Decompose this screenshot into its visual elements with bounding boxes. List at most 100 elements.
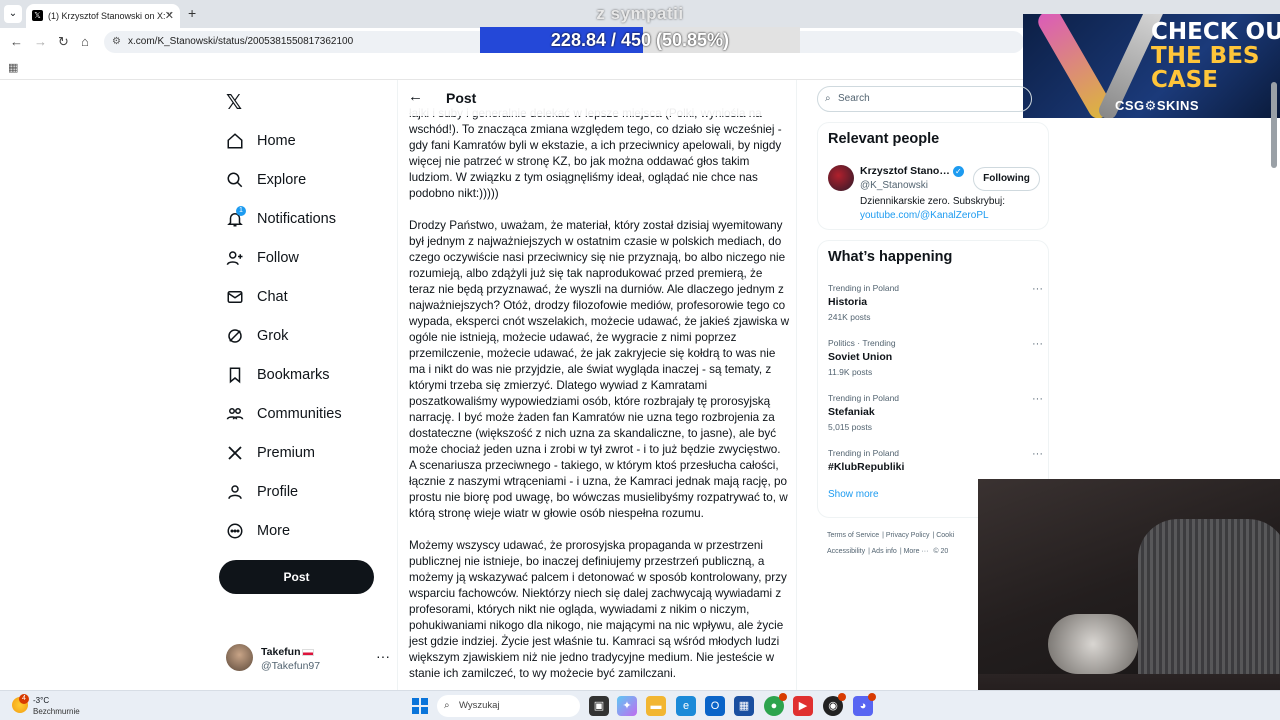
apps-grid-icon[interactable]: ▦ xyxy=(8,61,18,74)
chrome-icon[interactable]: ● xyxy=(764,693,787,716)
bio-text: Dziennikarskie zero. Subskrybuj: xyxy=(860,196,1006,207)
left-sidebar: 𝕏 Home Explore 1 Notifications Follow Chat Gro… xyxy=(218,80,396,690)
new-tab-plus-icon[interactable]: + xyxy=(188,5,196,21)
more-dots-icon[interactable]: ··· xyxy=(1032,283,1043,295)
trend-item[interactable]: Trending in Poland Stefaniak 5,015 posts ··… xyxy=(828,393,1043,432)
nav-item-grok[interactable]: Grok xyxy=(226,321,288,351)
nav-item-chat[interactable]: Chat xyxy=(226,282,288,312)
nav-item-label: More xyxy=(257,523,291,539)
x-logo-icon[interactable]: 𝕏 xyxy=(226,90,242,115)
footer-terms-link[interactable]: Terms of Service xyxy=(827,532,879,539)
overlay-progress-text: 228.84 / 450 (50.85%) xyxy=(550,30,730,50)
reload-icon[interactable]: ↻ xyxy=(58,34,69,50)
obs-icon[interactable]: ◉ xyxy=(823,693,846,716)
nav-item-follow[interactable]: Follow xyxy=(226,243,299,273)
task-view-icon[interactable]: ▣ xyxy=(589,696,609,716)
more-dots-icon[interactable]: ··· xyxy=(1032,338,1043,350)
nav-item-label: Chat xyxy=(257,289,288,305)
more-dots-icon[interactable]: ··· xyxy=(376,648,390,664)
footer-cookie-link[interactable]: Cooki xyxy=(936,532,954,539)
tab-title: (1) Krzysztof Stanowski on X: " xyxy=(48,11,172,21)
scrollbar-thumb[interactable] xyxy=(1271,82,1277,168)
overlay-goal-label: z sympatii xyxy=(596,4,684,23)
footer-more-link[interactable]: More ··· xyxy=(904,548,929,555)
post-button[interactable]: Post xyxy=(219,560,374,594)
nav-item-notifications[interactable]: 1 Notifications xyxy=(226,204,336,234)
nav-item-explore[interactable]: Explore xyxy=(226,165,306,195)
nav-item-label: Follow xyxy=(257,250,299,266)
ad-line-1: CHECK OU xyxy=(1151,19,1280,45)
bookmark-icon xyxy=(226,366,244,384)
red-app-icon[interactable]: ▶ xyxy=(793,696,813,716)
copilot-icon[interactable]: ✦ xyxy=(617,696,637,716)
nav-item-home[interactable]: Home xyxy=(226,126,296,156)
person-name[interactable]: Krzysztof Stano… ✓ xyxy=(860,165,964,177)
back-arrow-icon[interactable]: ← xyxy=(408,88,423,105)
person-handle: @K_Stanowski xyxy=(860,180,928,191)
windows-taskbar: 4 -3°C Bezchmurnie ⌕ Wyszukaj ▣ ✦ ▬ e O … xyxy=(0,690,1280,720)
weather-widget[interactable]: 4 -3°C Bezchmurnie xyxy=(12,694,102,718)
windows-start-icon[interactable] xyxy=(412,698,428,714)
site-info-icon[interactable]: ⚙ xyxy=(112,31,121,53)
person-name-text: Krzysztof Stano… xyxy=(860,165,950,177)
avatar[interactable] xyxy=(828,165,854,191)
taskbar-search-input[interactable]: ⌕ Wyszukaj xyxy=(437,695,580,717)
show-more-link[interactable]: Show more xyxy=(828,489,879,500)
trend-item[interactable]: Trending in Poland #KlubRepubliki ··· xyxy=(828,448,1043,473)
nav-item-label: Communities xyxy=(257,406,342,422)
trend-item[interactable]: Trending in Poland Historia 241K posts ··· xyxy=(828,283,1043,322)
more-dots-icon[interactable]: ··· xyxy=(1032,448,1043,460)
footer-ads-link[interactable]: Ads info xyxy=(872,548,897,555)
nav-item-label: Grok xyxy=(257,328,289,344)
search-input[interactable]: ⌕ Search xyxy=(817,86,1032,112)
nav-item-label: Bookmarks xyxy=(257,367,330,383)
nav-item-communities[interactable]: Communities xyxy=(226,399,342,429)
post-header: ← Post xyxy=(398,80,796,116)
browser-tab[interactable]: 𝕏 (1) Krzysztof Stanowski on X: " ✕ xyxy=(26,4,180,28)
nav-item-more[interactable]: More xyxy=(226,516,290,546)
footer-privacy-link[interactable]: Privacy Policy xyxy=(886,532,930,539)
notification-dot xyxy=(868,693,876,701)
nav-item-premium[interactable]: Premium xyxy=(226,438,315,468)
back-arrow-icon[interactable]: ← xyxy=(10,34,23,49)
taskbar-search-placeholder: Wyszukaj xyxy=(459,700,500,711)
verified-badge-icon: ✓ xyxy=(952,165,964,177)
bio-link[interactable]: youtube.com/@KanalZeroPL xyxy=(860,209,1040,223)
nav-item-profile[interactable]: Profile xyxy=(226,477,298,507)
search-icon: ⌕ xyxy=(825,93,831,104)
nav-item-label: Explore xyxy=(257,172,307,188)
trend-meta: Trending in Poland xyxy=(828,448,900,458)
store-icon[interactable]: ▦ xyxy=(734,696,754,716)
temperature: -3°C xyxy=(33,696,50,705)
account-name: Takefun xyxy=(261,646,315,658)
edge-icon[interactable]: e xyxy=(676,696,696,716)
close-tab-icon[interactable]: ✕ xyxy=(165,4,174,28)
envelope-icon xyxy=(226,288,244,306)
nav-item-bookmarks[interactable]: Bookmarks xyxy=(226,360,330,390)
footer-copyright: © 20 xyxy=(933,548,949,555)
more-dots-icon[interactable]: ··· xyxy=(1032,393,1043,405)
footer-accessibility-link[interactable]: Accessibility xyxy=(827,548,865,555)
search-icon: ⌕ xyxy=(444,700,450,711)
post-column: ← Post łajki i suby i generalnie delekać… xyxy=(397,80,797,690)
file-explorer-icon[interactable]: ▬ xyxy=(646,696,666,716)
person-bio: Dziennikarskie zero. Subskrybuj: youtube… xyxy=(860,195,1040,223)
search-icon xyxy=(226,171,244,189)
person-plus-icon xyxy=(226,249,244,267)
trend-meta: Politics · Trending xyxy=(828,338,896,348)
avatar xyxy=(226,644,253,671)
following-button[interactable]: Following xyxy=(973,167,1040,191)
post-paragraph: Możemy wszyscy udawać, że prorosyjska pr… xyxy=(409,539,787,680)
outlook-icon[interactable]: O xyxy=(705,696,725,716)
bell-icon: 1 xyxy=(226,206,246,228)
forward-arrow-icon[interactable]: → xyxy=(34,34,47,49)
ad-headline: CHECK OU THE BES CASE xyxy=(1151,20,1280,92)
notification-dot xyxy=(779,693,787,701)
home-browser-icon[interactable]: ⌂ xyxy=(81,34,89,49)
discord-icon[interactable]: ◕ xyxy=(853,693,876,716)
account-switcher[interactable]: Takefun @Takefun97 ··· xyxy=(226,642,396,676)
tab-search-chevron-icon[interactable]: ⌄ xyxy=(4,5,22,23)
account-handle: @Takefun97 xyxy=(261,660,321,672)
trend-item[interactable]: Politics · Trending Soviet Union 11.9K pos… xyxy=(828,338,1043,377)
weather-badge: 4 xyxy=(19,694,29,704)
